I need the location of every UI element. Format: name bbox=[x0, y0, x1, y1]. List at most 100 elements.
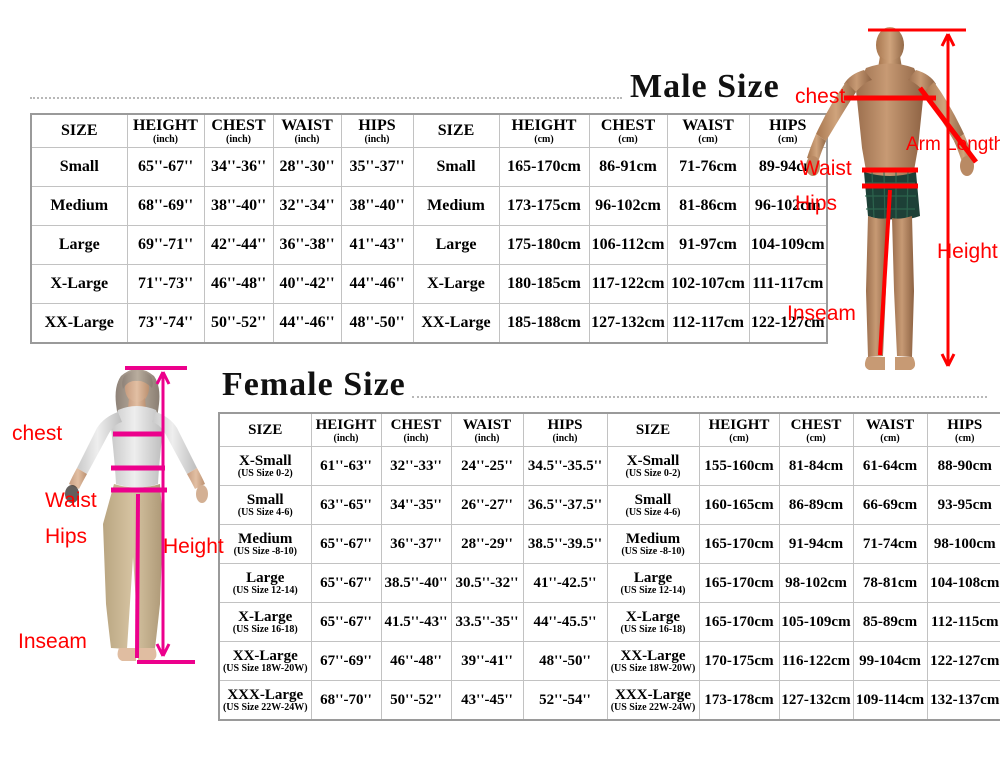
header-label: HEIGHT bbox=[511, 117, 577, 134]
header-unit: (inch) bbox=[333, 432, 359, 444]
male-size-table: SIZE HEIGHT (inch) CHEST (inch) WAIST (i… bbox=[30, 113, 828, 344]
header-unit: (cm) bbox=[618, 134, 638, 145]
header-label: CHEST bbox=[390, 416, 442, 433]
female-height-inch: 67''-69'' bbox=[310, 641, 382, 681]
female-chest-inch: 34''-35'' bbox=[380, 485, 452, 525]
female-chest-cm: 105-109cm bbox=[778, 602, 854, 642]
female-waist-inch: 43''-45'' bbox=[450, 680, 524, 721]
female-waist-inch: 33.5''-35'' bbox=[450, 602, 524, 642]
female-waist-cm: 66-69cm bbox=[852, 485, 928, 525]
female-size-cm: Large (US Size 12-14) bbox=[606, 563, 700, 603]
female-size-inch: X-Small (US Size 0-2) bbox=[218, 446, 312, 486]
table-row: XX-Large (US Size 18W-20W) 67''-69'' 46''-4… bbox=[218, 641, 1000, 681]
male-hips-inch: 38''-40'' bbox=[340, 186, 414, 226]
female-hips-inch: 48''-50'' bbox=[522, 641, 608, 681]
size-label: XX-Large bbox=[421, 314, 491, 332]
us-size-label: (US Size -8-10) bbox=[233, 545, 297, 557]
header-unit: (cm) bbox=[880, 432, 900, 444]
header-unit: (cm) bbox=[534, 134, 554, 145]
header-unit: (inch) bbox=[226, 134, 251, 145]
male-annotation-waist: Waist bbox=[800, 157, 852, 180]
header-unit: (inch) bbox=[552, 432, 578, 444]
female-chest-inch: 36''-37'' bbox=[380, 524, 452, 564]
header-unit: (inch) bbox=[403, 432, 429, 444]
header-label: WAIST bbox=[865, 416, 915, 433]
female-col-size-inch: SIZE bbox=[218, 412, 312, 447]
male-hips-inch: 44''-46'' bbox=[340, 264, 414, 304]
us-size-label: (US Size 0-2) bbox=[237, 467, 293, 479]
male-height-cm: 173-175cm bbox=[498, 186, 590, 226]
us-size-label: (US Size 4-6) bbox=[625, 506, 681, 518]
female-height-cm: 160-165cm bbox=[698, 485, 780, 525]
female-chest-cm: 86-89cm bbox=[778, 485, 854, 525]
female-hips-inch: 36.5''-37.5'' bbox=[522, 485, 608, 525]
male-col-chest-cm: CHEST (cm) bbox=[588, 113, 668, 148]
male-height-cm: 180-185cm bbox=[498, 264, 590, 304]
female-hips-cm: 88-90cm bbox=[926, 446, 1000, 486]
us-size-label: (US Size 16-18) bbox=[232, 623, 298, 635]
table-row: X-Small (US Size 0-2) 61''-63'' 32''-33'' 24… bbox=[218, 446, 1000, 486]
female-hips-cm: 93-95cm bbox=[926, 485, 1000, 525]
table-row: Small (US Size 4-6) 63''-65'' 34''-35'' 26''… bbox=[218, 485, 1000, 525]
male-hips-inch: 41''-43'' bbox=[340, 225, 414, 265]
male-hips-inch: 48''-50'' bbox=[340, 303, 414, 344]
table-row: Medium 68''-69'' 38''-40'' 32''-34'' 38''-40… bbox=[30, 186, 828, 226]
female-chest-cm: 98-102cm bbox=[778, 563, 854, 603]
male-chest-inch: 46''-48'' bbox=[203, 264, 274, 304]
us-size-label: (US Size 4-6) bbox=[237, 506, 293, 518]
male-height-inch: 73''-74'' bbox=[126, 303, 205, 344]
female-chest-cm: 81-84cm bbox=[778, 446, 854, 486]
us-size-label: (US Size 16-18) bbox=[620, 623, 686, 635]
female-col-chest-cm: CHEST (cm) bbox=[778, 412, 854, 447]
female-waist-cm: 78-81cm bbox=[852, 563, 928, 603]
male-chest-cm: 86-91cm bbox=[588, 147, 668, 187]
female-col-chest-inch: CHEST (inch) bbox=[380, 412, 452, 447]
male-col-height-inch: HEIGHT (inch) bbox=[126, 113, 205, 148]
table-row: Large (US Size 12-14) 65''-67'' 38.5''-40''… bbox=[218, 563, 1000, 603]
header-unit: (inch) bbox=[364, 134, 390, 145]
female-hips-inch: 52''-54'' bbox=[522, 680, 608, 721]
female-height-cm: 173-178cm bbox=[698, 680, 780, 721]
male-waist-cm: 102-107cm bbox=[666, 264, 750, 304]
female-hips-inch: 38.5''-39.5'' bbox=[522, 524, 608, 564]
male-size-cm: X-Large bbox=[412, 264, 500, 304]
male-chest-cm: 117-122cm bbox=[588, 264, 668, 304]
male-col-waist-inch: WAIST (inch) bbox=[272, 113, 342, 148]
male-annotation-chest: chest bbox=[795, 85, 846, 108]
female-table-header-row: SIZE HEIGHT (inch) CHEST (inch) WAIST (i… bbox=[218, 412, 1000, 447]
female-annotation-waist: Waist bbox=[45, 489, 97, 512]
header-label: WAIST bbox=[462, 416, 512, 433]
female-size-cm: X-Small (US Size 0-2) bbox=[606, 446, 700, 486]
female-chest-cm: 116-122cm bbox=[778, 641, 854, 681]
female-annotation-height: Height bbox=[163, 535, 224, 558]
us-size-label: (US Size 18W-20W) bbox=[610, 662, 696, 674]
us-size-label: (US Size -8-10) bbox=[621, 545, 685, 557]
size-label: Medium bbox=[427, 197, 485, 215]
male-chest-inch: 38''-40'' bbox=[203, 186, 274, 226]
header-unit: (cm) bbox=[698, 134, 718, 145]
header-label: WAIST bbox=[281, 117, 333, 134]
male-height-inch: 69''-71'' bbox=[126, 225, 205, 265]
male-col-hips-inch: HIPS (inch) bbox=[340, 113, 414, 148]
female-waist-inch: 26''-27'' bbox=[450, 485, 524, 525]
female-chest-inch: 50''-52'' bbox=[380, 680, 452, 721]
male-size-inch: Large bbox=[30, 225, 128, 265]
header-unit: (inch) bbox=[474, 432, 500, 444]
female-waist-cm: 61-64cm bbox=[852, 446, 928, 486]
male-waist-cm: 71-76cm bbox=[666, 147, 750, 187]
female-height-inch: 65''-67'' bbox=[310, 602, 382, 642]
female-waist-cm: 85-89cm bbox=[852, 602, 928, 642]
male-col-waist-cm: WAIST (cm) bbox=[666, 113, 750, 148]
male-waist-inch: 36''-38'' bbox=[272, 225, 342, 265]
size-label: X-Large bbox=[50, 275, 109, 293]
female-waist-inch: 30.5''-32'' bbox=[450, 563, 524, 603]
female-waist-cm: 71-74cm bbox=[852, 524, 928, 564]
female-size-inch: Medium (US Size -8-10) bbox=[218, 524, 312, 564]
header-unit: (cm) bbox=[729, 432, 749, 444]
female-hips-inch: 34.5''-35.5'' bbox=[522, 446, 608, 486]
female-size-cm: XXX-Large (US Size 22W-24W) bbox=[606, 680, 700, 721]
header-unit: (cm) bbox=[806, 432, 826, 444]
male-size-cm: Large bbox=[412, 225, 500, 265]
male-size-inch: X-Large bbox=[30, 264, 128, 304]
female-size-table: SIZE HEIGHT (inch) CHEST (inch) WAIST (i… bbox=[218, 412, 1000, 721]
